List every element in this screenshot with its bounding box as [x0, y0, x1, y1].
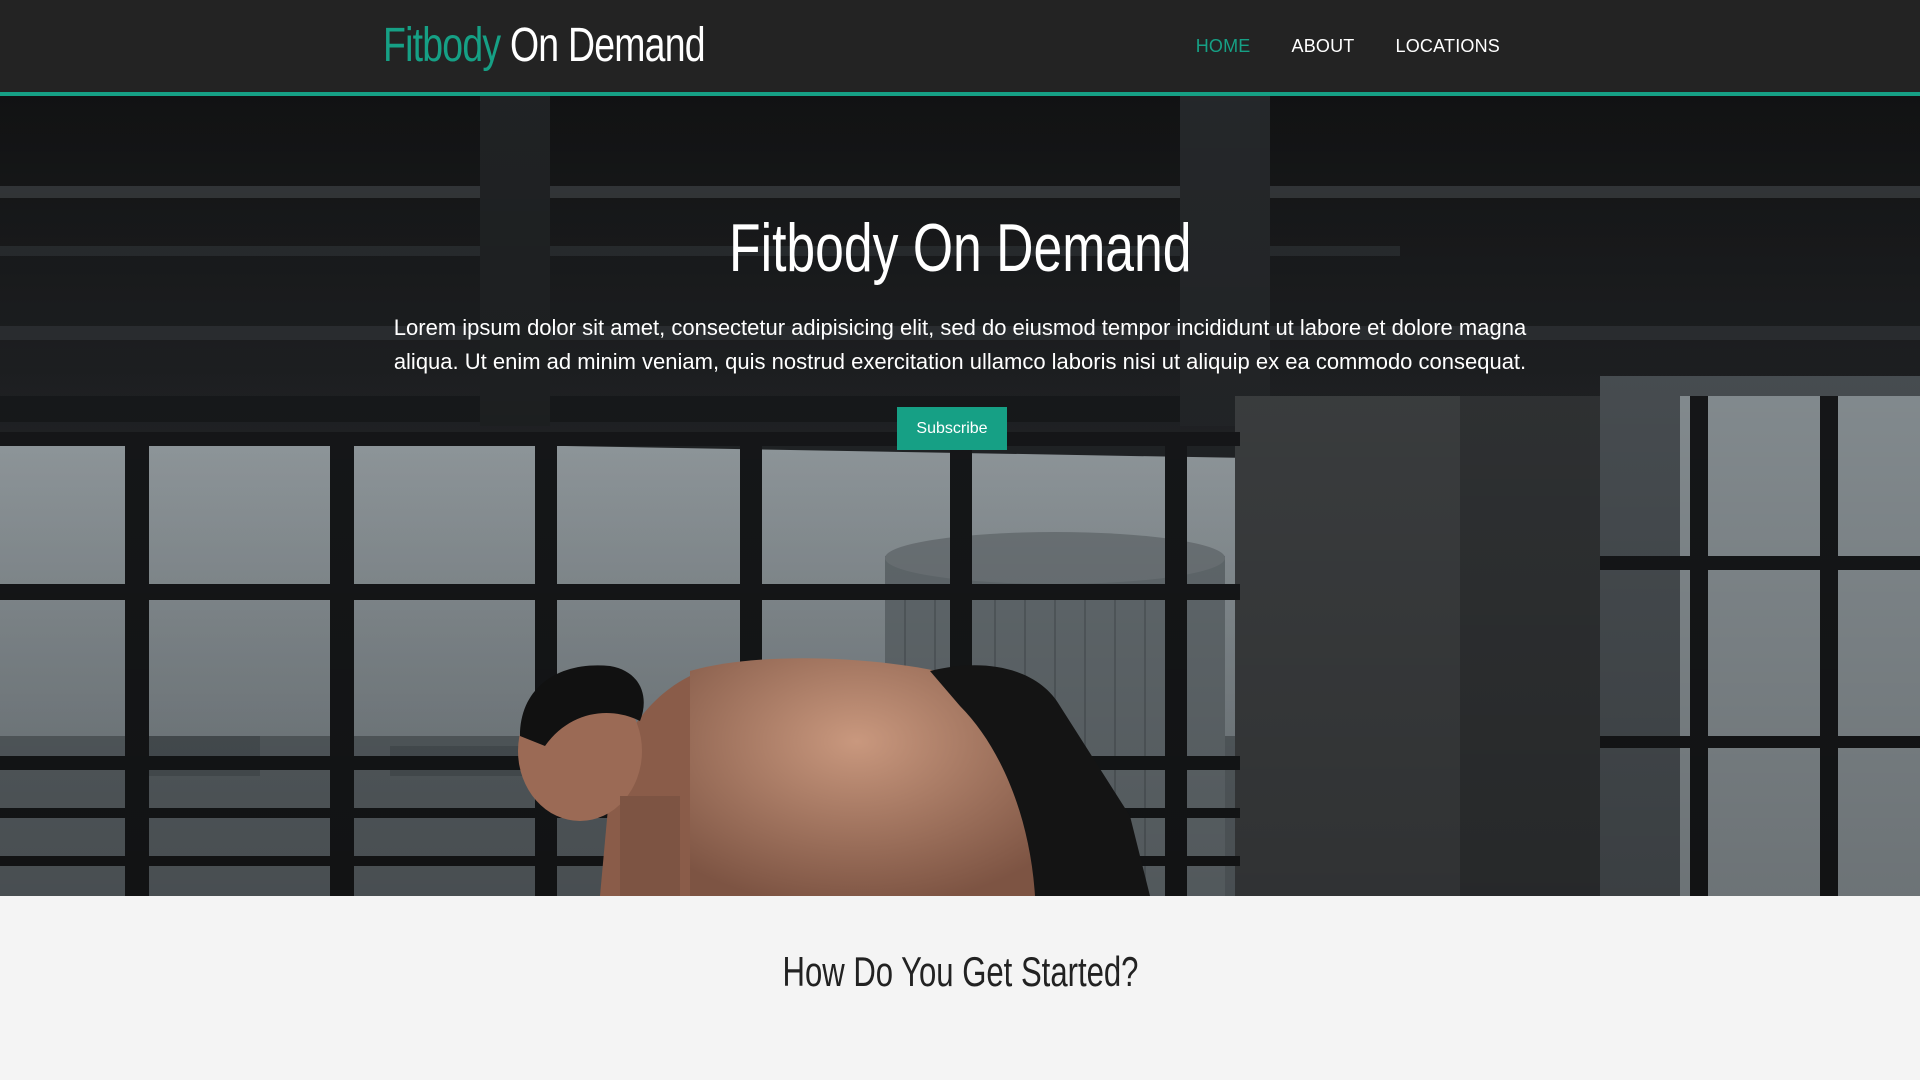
- site-logo[interactable]: Fitbody On Demand: [383, 19, 706, 72]
- header-inner: Fitbody On Demand HOME ABOUT LOCATIONS: [383, 0, 1500, 92]
- get-started-section: How Do You Get Started?: [0, 896, 1920, 1080]
- section-title-text: How Do You Get Started?: [782, 948, 1138, 995]
- logo-rest: On Demand: [500, 19, 706, 72]
- hero-title-text: Fitbody On Demand: [728, 210, 1192, 286]
- nav-locations-link[interactable]: LOCATIONS: [1396, 36, 1500, 57]
- section-title: How Do You Get Started?: [0, 951, 1920, 993]
- nav-about-link[interactable]: ABOUT: [1292, 36, 1355, 57]
- hero-section: Fitbody On Demand Lorem ipsum dolor sit …: [0, 96, 1920, 896]
- hero-description: Lorem ipsum dolor sit amet, consectetur …: [393, 315, 1527, 374]
- subscribe-button[interactable]: Subscribe: [897, 407, 1007, 450]
- nav-home-link[interactable]: HOME: [1196, 36, 1251, 57]
- logo-brand: Fitbody: [383, 19, 501, 72]
- main-nav: HOME ABOUT LOCATIONS: [1196, 0, 1500, 92]
- site-header: Fitbody On Demand HOME ABOUT LOCATIONS: [0, 0, 1920, 96]
- hero-title: Fitbody On Demand: [0, 214, 1920, 282]
